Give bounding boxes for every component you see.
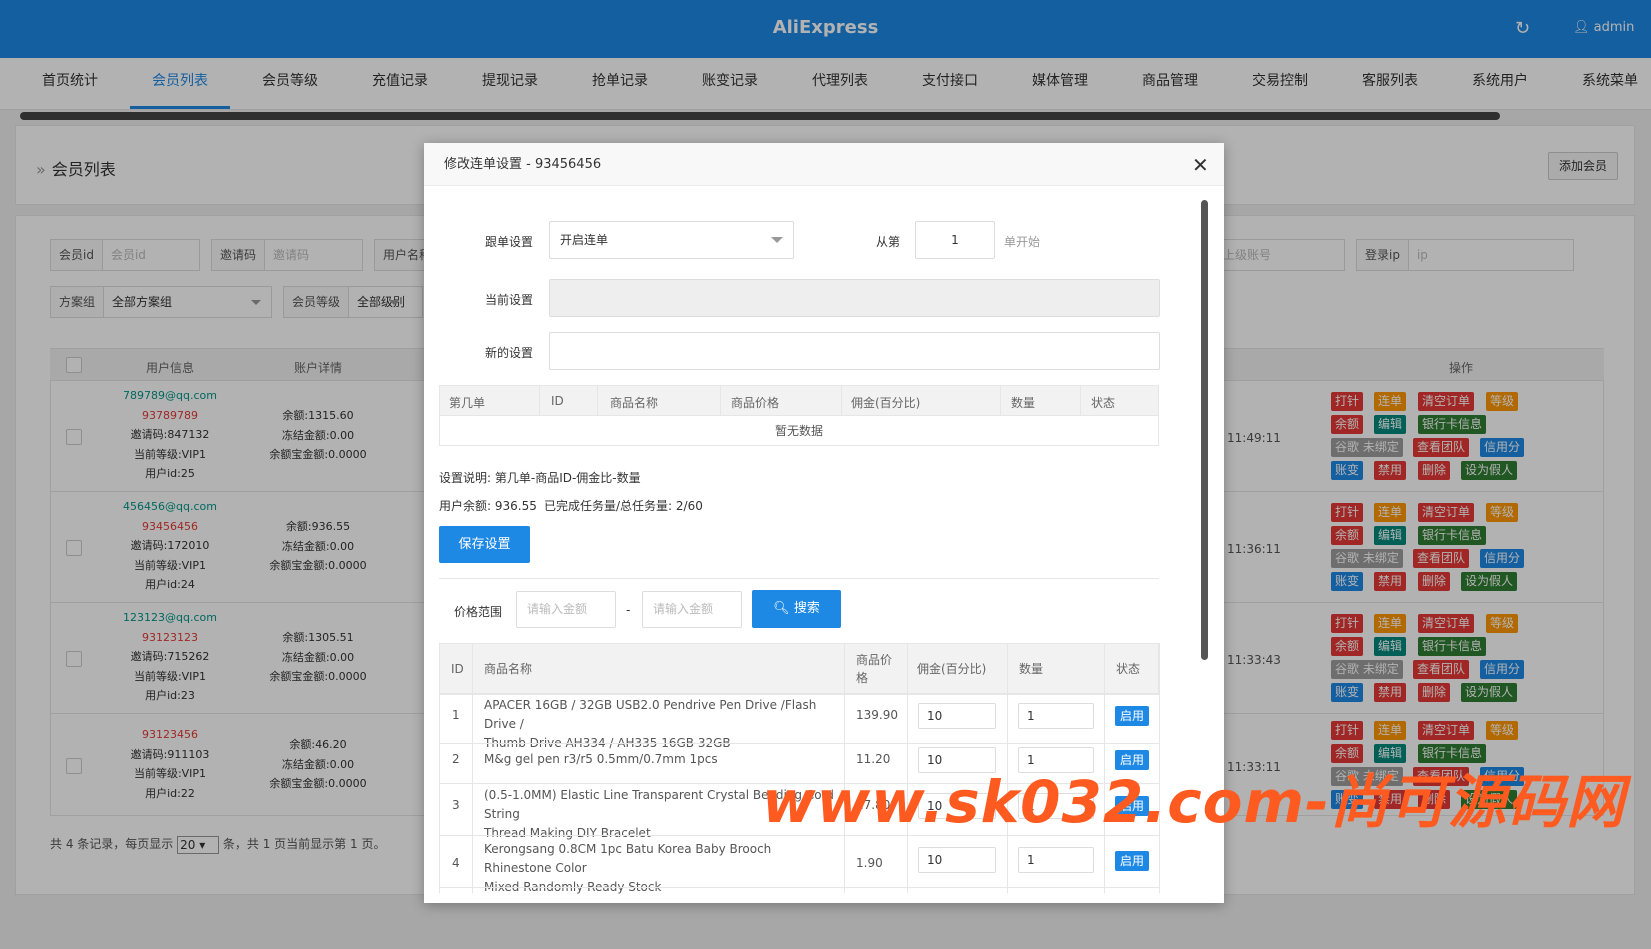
current-setting-label: 当前设置 [485,293,534,307]
new-setting-label: 新的设置 [485,346,534,360]
col-divider [1080,385,1081,416]
from-suffix: 单开始 [1004,235,1041,249]
price-range-label: 价格范围 [454,605,503,619]
product-id: 2 [452,752,460,766]
th-status: 状态 [1116,662,1141,676]
col-divider [472,643,473,893]
new-setting-input[interactable] [549,332,1160,370]
task-progress-info: 已完成任务量/总任务量: 2/60 [544,499,703,513]
follow-setting-select[interactable]: 开启连单 [549,221,794,259]
th-order-no: 第几单 [449,396,486,410]
close-icon[interactable]: ✕ [1192,153,1209,177]
th-quantity: 数量 [1019,662,1044,676]
th-product-price: 商品价格 [856,651,892,687]
col-divider [597,385,598,416]
th-product-price: 商品价格 [731,396,780,410]
col-divider [841,385,842,416]
modal-title: 修改连单设置 - 93456456 [424,143,1224,186]
watermark-text: www.sk032.com-尚可源码网 [762,768,1626,836]
product-name-line1: APACER 16GB / 32GB USB2.0 Pendrive Pen D… [484,698,817,731]
col-divider [539,385,540,416]
commission-input[interactable]: 10 [918,703,996,729]
product-id: 3 [452,798,460,812]
price-min-input[interactable]: 请输入金额 [516,591,616,628]
th-product-price-line2: 格 [856,671,869,685]
col-divider [720,385,721,416]
th-quantity: 数量 [1011,396,1036,410]
commission-input[interactable]: 10 [918,847,996,873]
price-range-separator: - [626,603,631,617]
setting-description: 设置说明: 第几单-商品ID-佣金比-数量 [439,471,641,485]
th-id: ID [451,662,464,676]
quantity-input[interactable]: 1 [1018,847,1094,873]
setting-table-empty: 暂无数据 [439,416,1159,446]
row-divider [439,743,1159,744]
product-name-line1: Kerongsang 0.8CM 1pc Batu Korea Baby Bro… [484,842,772,875]
col-divider [1000,385,1001,416]
th-product-name: 商品名称 [610,396,659,410]
th-commission: 佣金(百分比) [851,396,921,410]
search-icon: 🔍︎ [773,601,790,616]
col-divider [439,643,440,893]
save-settings-button[interactable]: 保存设置 [439,526,530,563]
quantity-input[interactable]: 1 [1018,703,1094,729]
row-divider [439,887,1159,888]
product-id: 4 [452,856,460,870]
product-id: 1 [452,708,460,722]
from-label: 从第 [876,235,901,249]
search-button-label: 搜索 [793,601,820,616]
enable-button[interactable]: 启用 [1115,706,1149,726]
search-button[interactable]: 🔍︎ 搜索 [752,590,841,628]
from-order-input[interactable]: 1 [915,221,995,259]
th-commission: 佣金(百分比) [917,662,987,676]
th-product-price-line1: 商品价 [856,653,893,667]
enable-button[interactable]: 启用 [1115,851,1149,871]
modal-scrollbar[interactable] [1201,200,1208,660]
product-price: 139.90 [856,708,898,722]
price-max-input[interactable]: 请输入金额 [642,591,742,628]
th-status: 状态 [1091,396,1116,410]
product-name: Kerongsang 0.8CM 1pc Batu Korea Baby Bro… [484,840,839,897]
user-balance-info: 用户余额: 936.55 [439,499,537,513]
th-id: ID [551,394,564,408]
modal-divider [439,578,1159,579]
product-price: 1.90 [856,856,883,870]
current-setting-field [549,279,1160,317]
follow-setting-label: 跟单设置 [485,235,534,249]
th-product-name: 商品名称 [484,662,533,676]
setting-table-header [439,385,1159,416]
